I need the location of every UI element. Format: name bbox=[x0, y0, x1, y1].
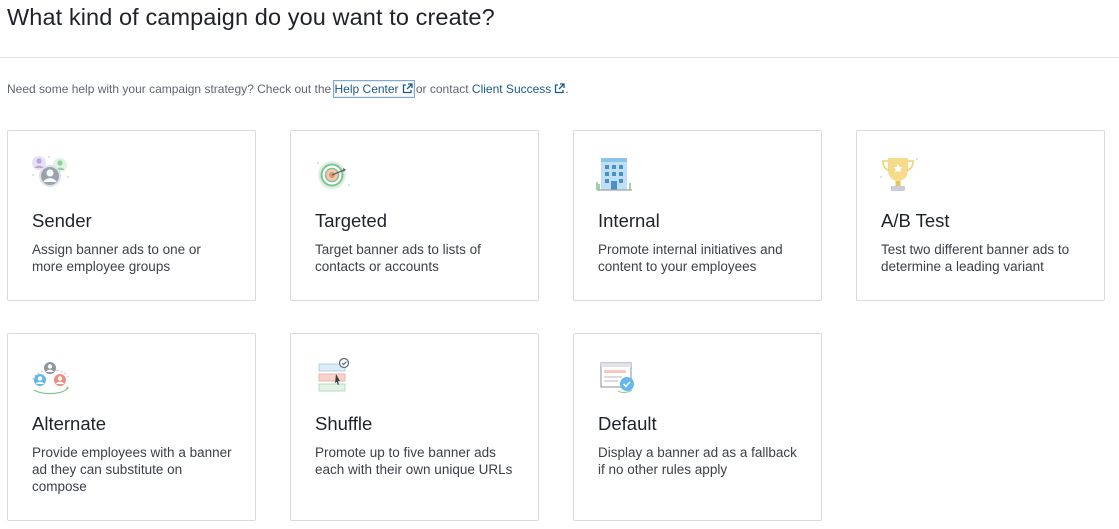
external-link-icon bbox=[402, 83, 413, 94]
swap-people-icon bbox=[32, 362, 70, 395]
page-title: What kind of campaign do you want to cre… bbox=[7, 4, 495, 30]
card-description: Test two different banner ads to determi… bbox=[881, 242, 1070, 274]
campaign-card-default[interactable]: Default Display a banner ad as a fallbac… bbox=[573, 333, 822, 521]
campaign-card-internal[interactable]: Internal Promote internal initiatives an… bbox=[573, 130, 822, 301]
help-middle: or contact bbox=[412, 82, 472, 96]
campaign-card-shuffle[interactable]: Shuffle Promote up to five banner ads ea… bbox=[290, 333, 539, 521]
building-icon bbox=[596, 158, 632, 191]
employee-groups-icon bbox=[32, 156, 69, 187]
campaign-card-ab-test[interactable]: A/B Test Test two different banner ads t… bbox=[856, 130, 1105, 301]
trophy-icon bbox=[880, 158, 918, 191]
help-center-link[interactable]: Help Center bbox=[332, 80, 415, 98]
client-success-link[interactable]: Client Success bbox=[472, 82, 565, 96]
card-title: Sender bbox=[32, 210, 92, 231]
card-title: Shuffle bbox=[315, 413, 373, 434]
card-description: Display a banner ad as a fallback if no … bbox=[598, 445, 797, 477]
shuffle-banners-icon bbox=[318, 358, 350, 392]
header-divider bbox=[0, 57, 1119, 58]
campaign-card-targeted[interactable]: Targeted Target banner ads to lists of c… bbox=[290, 130, 539, 301]
card-description: Target banner ads to lists of contacts o… bbox=[315, 242, 481, 274]
card-description: Promote up to five banner ads each with … bbox=[315, 445, 513, 477]
card-title: A/B Test bbox=[881, 210, 950, 231]
card-description: Promote internal initiatives and content… bbox=[598, 242, 783, 274]
help-suffix: . bbox=[565, 82, 569, 96]
campaign-card-alternate[interactable]: Alternate Provide employees with a banne… bbox=[7, 333, 256, 521]
default-banner-icon bbox=[600, 362, 634, 393]
help-prefix: Need some help with your campaign strate… bbox=[7, 82, 335, 96]
card-title: Default bbox=[598, 413, 657, 434]
client-success-label: Client Success bbox=[471, 82, 552, 96]
card-title: Internal bbox=[598, 210, 660, 231]
target-icon bbox=[317, 161, 350, 189]
help-text: Need some help with your campaign strate… bbox=[7, 80, 569, 98]
card-description: Provide employees with a banner ad they … bbox=[32, 445, 232, 494]
card-title: Alternate bbox=[32, 413, 107, 434]
card-title: Targeted bbox=[315, 210, 387, 231]
campaign-card-sender[interactable]: Sender Assign banner ads to one or more … bbox=[7, 130, 256, 301]
external-link-icon bbox=[555, 83, 565, 94]
card-description: Assign banner ads to one or more employe… bbox=[32, 242, 201, 274]
help-center-label: Help Center bbox=[334, 82, 399, 96]
